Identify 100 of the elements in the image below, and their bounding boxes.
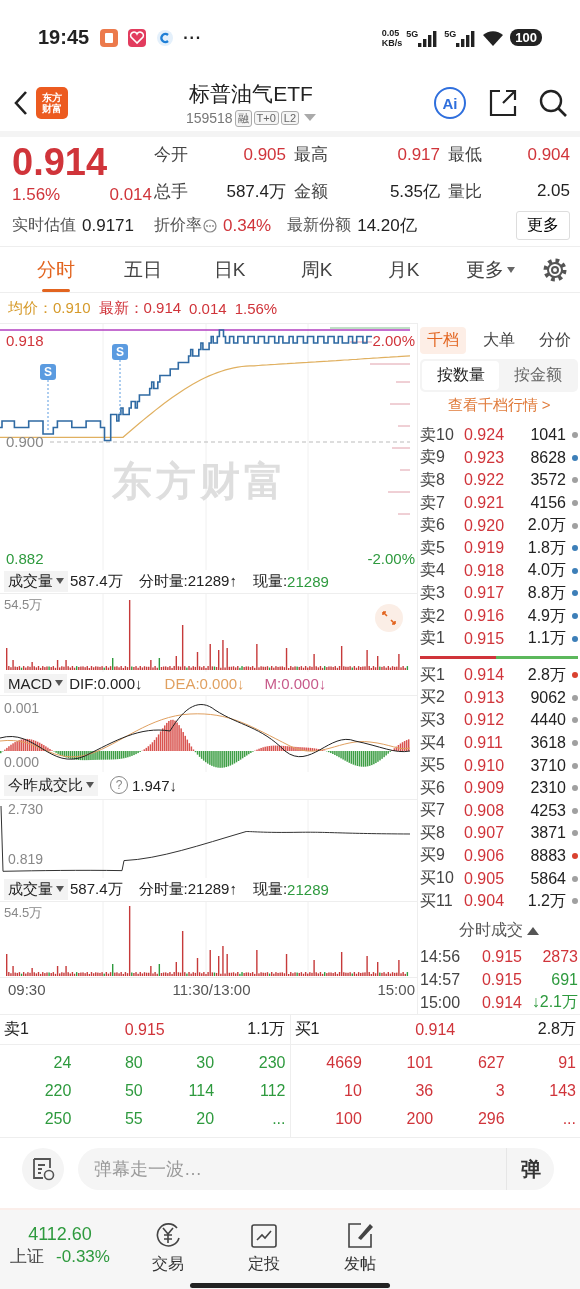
nav-item[interactable]: 定投	[248, 1254, 280, 1276]
caret-icon	[304, 114, 317, 122]
settings-icon[interactable]	[542, 256, 568, 283]
book-tab[interactable]: 大单	[476, 326, 522, 354]
level-price: 0.921	[464, 494, 506, 513]
search-icon[interactable]	[538, 88, 568, 118]
back-icon[interactable]	[12, 90, 30, 116]
order-size: 10	[343, 1081, 362, 1102]
network-unit: KB/s	[381, 37, 403, 48]
order-size: 230	[257, 1053, 286, 1074]
trade-volume: 2873	[541, 947, 578, 966]
period-tab[interactable]: 日K	[213, 246, 246, 293]
macd-dea: DEA:0.000↓	[164, 674, 245, 692]
ratio-value: 1.947↓	[132, 776, 178, 794]
caret-icon	[56, 578, 64, 584]
level-price: 0.916	[464, 607, 506, 626]
level-label: 卖1	[420, 628, 446, 649]
level-label: 卖6	[420, 515, 446, 536]
level-label: 卖10	[420, 424, 455, 445]
level-volume: 3572	[529, 471, 567, 490]
latest-price: 最新：0.914	[98, 298, 182, 318]
expand-icon[interactable]	[375, 604, 403, 632]
axis-label: 2.730	[8, 801, 44, 817]
danmu-toggle-button[interactable]: 弹	[506, 1148, 554, 1191]
level-label: 买3	[420, 709, 446, 730]
level-price: 0.905	[464, 869, 506, 888]
macd-dif: DIF:0.000↓	[69, 674, 143, 692]
level-price: 0.920	[464, 516, 506, 535]
level-price: 0.915	[464, 629, 506, 648]
danmu-input-field[interactable]: 弹幕走一波… 弹	[78, 1148, 554, 1191]
stat-label: 量比	[448, 180, 483, 203]
level-label: 卖5	[420, 537, 446, 558]
stat-label: 今开	[154, 144, 189, 167]
latest-change-percent: 1.56%	[234, 299, 278, 317]
level-volume: 5864	[529, 869, 567, 888]
ai-button[interactable]: Ai	[434, 87, 466, 119]
stat-label: 总手	[154, 180, 189, 203]
more-button[interactable]: 更多	[516, 211, 570, 240]
period-volume: 分时量:21289↑	[138, 879, 237, 899]
order-size: 36	[414, 1081, 434, 1102]
level-label: 买6	[420, 777, 446, 798]
level-label: 卖3	[420, 582, 446, 603]
time-axis-label: 09:30	[8, 981, 46, 998]
nav-item[interactable]: 发帖	[344, 1254, 376, 1276]
time-axis-label: 11:30/13:00	[172, 981, 251, 998]
level-label: 买11	[420, 890, 454, 911]
axis-label: 2.00%	[372, 332, 415, 349]
stat-value: 0.905	[242, 144, 287, 165]
book-tab[interactable]: 分价	[532, 326, 578, 354]
level-volume: 2310	[529, 779, 567, 798]
network-type: 5G	[444, 28, 457, 39]
mode-toggle[interactable]: 按数量	[422, 361, 499, 390]
app-icon	[99, 27, 120, 48]
level-label: 买2	[420, 687, 446, 708]
app-logo: 东方 财富	[36, 87, 68, 119]
level-price: 0.906	[464, 847, 506, 865]
order-size: 220	[43, 1081, 72, 1102]
share-icon[interactable]	[488, 88, 518, 118]
level-volume: 1041	[529, 426, 567, 445]
mode-toggle[interactable]: 按金额	[499, 361, 576, 390]
order-size: 3	[494, 1081, 505, 1102]
change-amount: 0.014	[109, 185, 152, 205]
order-size: 20	[195, 1109, 215, 1130]
level-volume: 1.2万	[526, 890, 567, 911]
stat-label: 最新份额	[287, 215, 352, 235]
stat-value: 0.9171	[82, 215, 134, 236]
order-size: 101	[405, 1053, 434, 1074]
time-axis-label: 15:00	[377, 981, 415, 998]
trade-time: 15:00	[420, 993, 462, 1012]
level-volume: 8.8万	[526, 582, 567, 603]
order-size: 114	[187, 1081, 215, 1102]
axis-label: 0.001	[4, 700, 40, 716]
level-price: 0.907	[464, 824, 506, 843]
fund-code: 159518	[185, 110, 233, 126]
level-volume: 4440	[529, 711, 567, 730]
level-label: 卖7	[420, 492, 446, 513]
level-price: 0.918	[464, 561, 506, 580]
edit-icon[interactable]	[345, 1220, 375, 1251]
signal-icon	[418, 28, 439, 47]
order-size: 250	[43, 1109, 72, 1130]
level-label: 买1	[294, 1019, 321, 1040]
period-tab[interactable]: 五日	[123, 246, 162, 293]
stat-label: 折价率	[154, 215, 202, 235]
index-quote[interactable]: 4112.60 上证 -0.33%	[0, 1220, 120, 1289]
period-tab[interactable]: 分时	[36, 246, 75, 293]
order-size: 200	[405, 1109, 434, 1130]
more-tab[interactable]: 更多	[466, 256, 504, 283]
level-label: 买10	[420, 868, 455, 889]
current-volume-label: 现量:	[252, 879, 288, 899]
level-label: 买8	[420, 822, 446, 843]
nav-item[interactable]: 交易	[152, 1254, 184, 1276]
danmu-list-button[interactable]	[22, 1148, 64, 1191]
stat-label: 金额	[294, 180, 329, 203]
order-size: 80	[123, 1053, 143, 1074]
stat-label: 最低	[448, 144, 483, 167]
period-tab[interactable]: 周K	[300, 246, 333, 293]
level-price: 0.909	[464, 779, 506, 798]
level-price: 0.924	[464, 426, 506, 445]
level-price: 0.912	[464, 711, 506, 730]
period-tab[interactable]: 月K	[387, 246, 420, 293]
